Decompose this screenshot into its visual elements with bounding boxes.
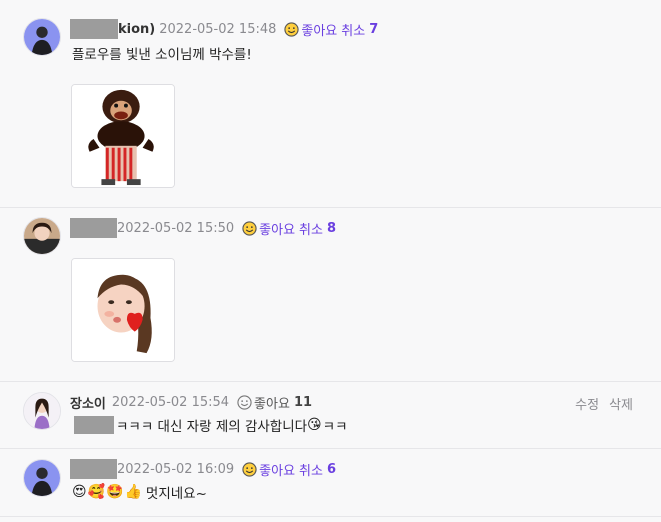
avatar[interactable]	[23, 459, 61, 497]
comment-text-row: 😍 🥰 🤩 👍 멋지네요~	[72, 482, 207, 502]
like-button[interactable]: 좋아요	[259, 219, 295, 238]
comment-text: 플로우를 빛낸 소이님께 박수를!	[72, 47, 252, 63]
thumbs-up-emoji: 👍	[124, 484, 142, 500]
like-count: 11	[293, 394, 313, 410]
comment-text-suffix: ㅋㅋ	[322, 419, 348, 435]
timestamp: 2022-05-02 15:50	[117, 220, 235, 236]
delete-button[interactable]: 삭제	[609, 394, 633, 413]
like-button[interactable]: 좋아요	[301, 20, 337, 39]
like-count: 6	[326, 461, 337, 477]
like-count: 8	[326, 220, 337, 236]
like-count: 7	[369, 21, 379, 37]
smiling-hearts-emoji: 🥰	[87, 484, 106, 500]
redacted-name	[70, 218, 117, 238]
comment-text: ㅋㅋㅋ 대신 자랑 제의 감사합니다	[116, 419, 308, 435]
avatar[interactable]	[23, 18, 61, 56]
star-struck-emoji: 🤩	[106, 484, 124, 500]
avatar[interactable]	[23, 392, 61, 430]
like-control[interactable]: 좋아요 취소 8	[242, 219, 336, 238]
heart-eyes-emoji: 😍	[72, 484, 87, 500]
timestamp: 2022-05-02 15:54	[111, 394, 230, 410]
comment-meta: 2022-05-02 16:09 좋아요 취소 6	[70, 459, 336, 479]
author-name: 장소이	[70, 396, 106, 412]
monkey-sticker[interactable]	[71, 84, 175, 188]
avatar[interactable]	[23, 217, 61, 255]
comment-text-row: ㅋㅋㅋ 대신 자랑 제의 감사합니다 😘 ㅋㅋ	[74, 415, 348, 435]
comment-item: kion) 2022-05-02 15:48 좋아요 취소 7 플로우를 빛낸 …	[0, 0, 661, 208]
cancel-like-button[interactable]: 취소	[299, 460, 323, 479]
timestamp: 2022-05-02 16:09	[117, 461, 235, 477]
comment-text: 멋지네요~	[145, 486, 207, 502]
smile-icon	[242, 461, 257, 477]
redacted-name	[70, 459, 117, 479]
comment-meta: 장소이 2022-05-02 15:54 좋아요 11	[70, 392, 312, 412]
memoji-sticker[interactable]	[71, 258, 175, 362]
edit-button[interactable]: 수정	[575, 394, 599, 413]
author-name: kion)	[118, 21, 156, 37]
cancel-like-button[interactable]: 취소	[299, 219, 323, 238]
cancel-like-button[interactable]: 취소	[341, 20, 365, 39]
comment-actions: 수정 삭제	[575, 394, 633, 413]
kissing-heart-emoji: 😘	[307, 417, 322, 433]
comment-item: 2022-05-02 16:09 좋아요 취소 6 😍 🥰 🤩 👍 멋지네요~	[0, 448, 661, 517]
comment-meta: kion) 2022-05-02 15:48 좋아요 취소 7	[70, 19, 378, 39]
comment-meta: 2022-05-02 15:50 좋아요 취소 8	[70, 218, 336, 238]
like-button[interactable]: 좋아요	[254, 393, 290, 412]
redacted-mention	[74, 416, 114, 434]
like-control[interactable]: 좋아요 11	[237, 393, 312, 412]
smile-icon	[242, 220, 257, 236]
smile-icon	[284, 21, 300, 37]
redacted-name	[70, 19, 118, 39]
like-control[interactable]: 좋아요 취소 7	[284, 20, 378, 39]
comment-item: 장소이 2022-05-02 15:54 좋아요 11 수정 삭제 ㅋㅋㅋ 대신…	[0, 381, 661, 449]
like-control[interactable]: 좋아요 취소 6	[242, 460, 336, 479]
comment-item: 2022-05-02 15:50 좋아요 취소 8	[0, 207, 661, 382]
like-button[interactable]: 좋아요	[259, 460, 295, 479]
timestamp: 2022-05-02 15:48	[159, 21, 277, 37]
smile-icon	[237, 394, 252, 410]
